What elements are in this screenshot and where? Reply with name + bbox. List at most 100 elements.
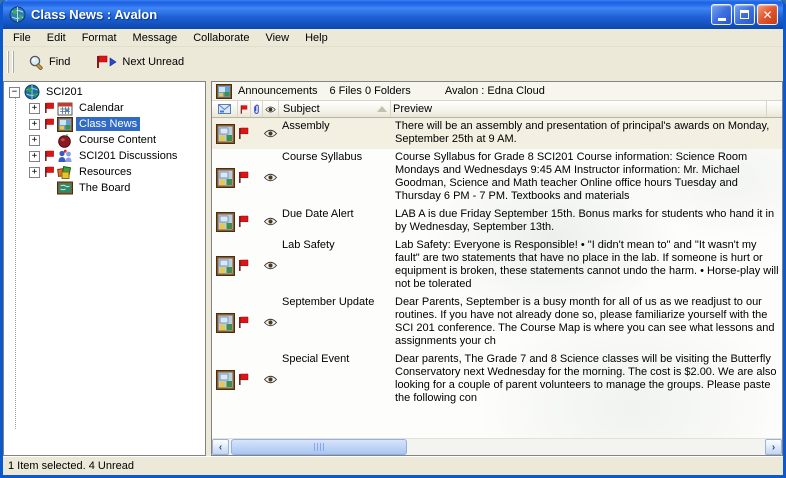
message-row-course-syllabus[interactable]: Course Syllabus Course Syllabus for Grad… [212, 149, 782, 206]
minimize-button[interactable] [711, 4, 732, 25]
message-row-september-update[interactable]: September Update Dear Parents, September… [212, 294, 782, 351]
collapse-icon[interactable]: − [9, 87, 20, 98]
globe-icon [9, 6, 26, 23]
expand-icon[interactable]: + [29, 119, 40, 130]
menu-file[interactable]: File [5, 30, 39, 46]
scrollbar-thumb[interactable] [231, 439, 407, 455]
unread-flag-icon [238, 149, 251, 206]
message-preview: LAB A is due Friday September 15th. Bonu… [391, 206, 782, 237]
resources-icon [57, 165, 74, 180]
paperclip-icon [253, 103, 260, 115]
message-subject: Assembly [279, 118, 391, 149]
column-header-stub [766, 101, 782, 117]
tree-item-course-content[interactable]: + Course Content [4, 132, 205, 148]
close-icon: ✕ [762, 9, 772, 21]
viewed-eye-icon [263, 351, 279, 408]
attachment-cell [251, 118, 263, 149]
column-item-type[interactable] [212, 101, 238, 117]
column-viewed[interactable] [263, 101, 279, 117]
column-attachment[interactable] [251, 101, 263, 117]
subject-header-label: Subject [281, 103, 377, 115]
menu-help[interactable]: Help [297, 30, 336, 46]
message-subject: Course Syllabus [279, 149, 391, 206]
column-header-row: Subject Preview [212, 101, 782, 118]
maximize-icon [740, 10, 749, 19]
bulletin-icon [212, 206, 238, 237]
scroll-right-button[interactable]: › [765, 439, 782, 455]
message-row-due-date-alert[interactable]: Due Date Alert LAB A is due Friday Septe… [212, 206, 782, 237]
column-subject[interactable]: Subject [279, 101, 391, 117]
tree-label-sci201-discussions[interactable]: SCI201 Discussions [76, 149, 180, 163]
expand-icon[interactable]: + [29, 135, 40, 146]
tree-label-class-news[interactable]: Class News [76, 117, 140, 131]
unread-flag-icon [44, 150, 57, 162]
unread-flag-icon [238, 351, 251, 408]
news-board-icon [57, 117, 74, 132]
tree-item-sci201-discussions[interactable]: + SCI201 Discussions [4, 148, 205, 164]
message-row-assembly[interactable]: Assembly There will be an assembly and p… [212, 118, 782, 149]
tree-item-class-news[interactable]: + Class News [4, 116, 205, 132]
attachment-cell [251, 294, 263, 351]
conference-title: Announcements [238, 85, 318, 97]
folder-tree: − SCI201 + Calendar + Cla [3, 81, 206, 456]
message-subject: September Update [279, 294, 391, 351]
flag-arrow-icon [96, 55, 118, 69]
bulletin-icon [212, 237, 238, 294]
menu-bar: File Edit Format Message Collaborate Vie… [3, 29, 783, 47]
no-flag [44, 134, 57, 146]
eye-icon [265, 105, 276, 114]
tree-label-the-board[interactable]: The Board [76, 181, 133, 195]
tree-label-resources[interactable]: Resources [76, 165, 135, 179]
main-content: − SCI201 + Calendar + Cla [3, 77, 783, 456]
next-unread-label: Next Unread [122, 56, 184, 68]
tree-item-sci201[interactable]: − SCI201 [4, 84, 205, 100]
unread-flag-icon [238, 237, 251, 294]
tree-label-course-content[interactable]: Course Content [76, 133, 159, 147]
conference-globe-icon [24, 84, 41, 100]
menu-collaborate[interactable]: Collaborate [185, 30, 257, 46]
toolbar-grip[interactable] [7, 51, 14, 73]
title-bar[interactable]: Class News : Avalon ✕ [3, 0, 783, 29]
expand-icon[interactable]: + [29, 103, 40, 114]
sort-ascending-icon [377, 106, 387, 112]
bulletin-icon [212, 118, 238, 149]
attachment-cell [251, 206, 263, 237]
discussions-icon [57, 149, 74, 164]
bulletin-icon [212, 149, 238, 206]
horizontal-scrollbar[interactable]: ‹ › [212, 438, 782, 455]
minimize-icon [718, 18, 726, 21]
message-row-special-event[interactable]: Special Event Dear parents, The Grade 7 … [212, 351, 782, 408]
menu-format[interactable]: Format [74, 30, 125, 46]
attachment-cell [251, 149, 263, 206]
status-text: 1 Item selected. 4 Unread [8, 460, 134, 472]
maximize-button[interactable] [734, 4, 755, 25]
tree-item-resources[interactable]: + Resources [4, 164, 205, 180]
app-window: Class News : Avalon ✕ File Edit Format M… [0, 0, 786, 478]
viewed-eye-icon [263, 118, 279, 149]
column-flag[interactable] [238, 101, 251, 117]
tree-item-calendar[interactable]: + Calendar [4, 100, 205, 116]
calendar-icon [57, 101, 74, 116]
menu-edit[interactable]: Edit [39, 30, 74, 46]
envelope-icon [218, 104, 231, 114]
viewed-eye-icon [263, 149, 279, 206]
tree-label-sci201[interactable]: SCI201 [43, 85, 86, 99]
next-unread-button[interactable]: Next Unread [92, 52, 192, 72]
find-button[interactable]: Find [24, 51, 78, 74]
message-rows: Assembly There will be an assembly and p… [212, 118, 782, 438]
scroll-left-button[interactable]: ‹ [212, 439, 229, 455]
message-row-lab-safety[interactable]: Lab Safety Lab Safety: Everyone is Respo… [212, 237, 782, 294]
announcements-icon [216, 84, 232, 99]
tree-item-the-board[interactable]: The Board [4, 180, 205, 196]
message-preview: Lab Safety: Everyone is Responsible! • "… [391, 237, 782, 294]
expand-icon[interactable]: + [29, 167, 40, 178]
menu-view[interactable]: View [257, 30, 297, 46]
scrollbar-grip-icon [314, 443, 325, 451]
expand-icon[interactable]: + [29, 151, 40, 162]
menu-message[interactable]: Message [125, 30, 186, 46]
find-label: Find [49, 56, 70, 68]
unread-flag-icon [44, 166, 57, 178]
close-button[interactable]: ✕ [757, 4, 778, 25]
column-preview[interactable]: Preview [391, 101, 766, 117]
tree-label-calendar[interactable]: Calendar [76, 101, 127, 115]
